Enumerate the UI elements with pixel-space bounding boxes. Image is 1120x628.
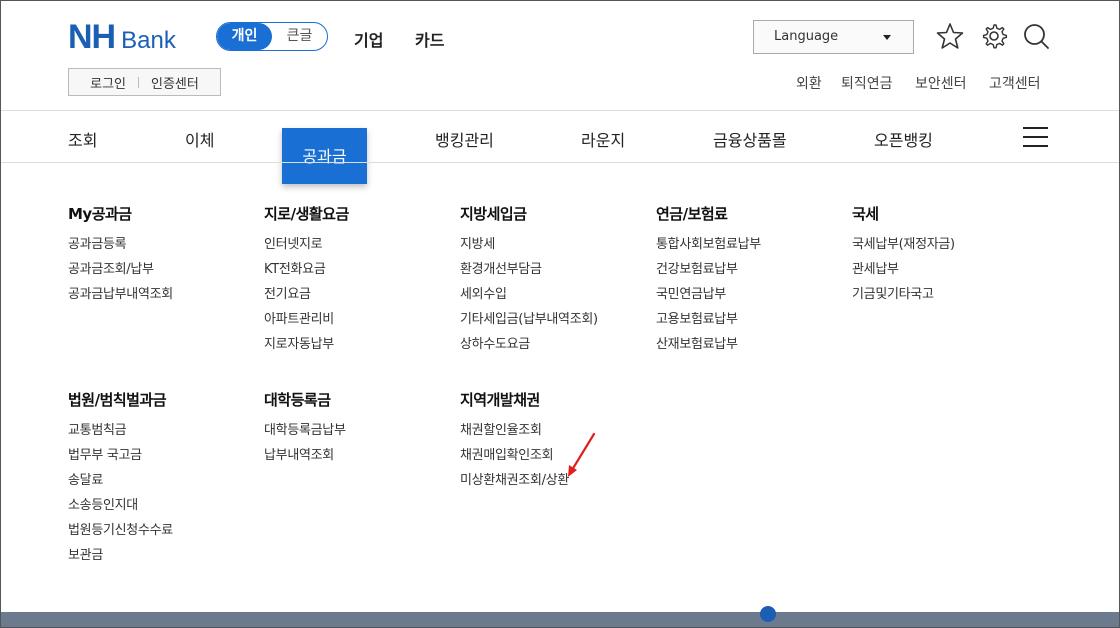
star-icon[interactable]: [936, 22, 964, 50]
menu-item[interactable]: 상하수도요금: [460, 332, 598, 357]
login-divider: [138, 76, 140, 88]
menu-item[interactable]: 기금및기타국고: [852, 282, 955, 307]
language-select[interactable]: Language: [753, 20, 914, 54]
hamburger-menu-icon[interactable]: [1023, 127, 1048, 147]
menu-group-tuition: 대학등록금 대학등록금납부 납부내역조회: [264, 389, 346, 468]
menu-item[interactable]: 지로자동납부: [264, 332, 349, 357]
mainnav-lounge[interactable]: 라운지: [581, 127, 625, 151]
search-icon[interactable]: [1022, 22, 1050, 50]
topnav-card[interactable]: 카드: [415, 27, 444, 51]
menu-item[interactable]: 전기요금: [264, 282, 349, 307]
topnav-corporate[interactable]: 기업: [354, 27, 383, 51]
menu-item[interactable]: 지방세: [460, 232, 598, 257]
menu-group-giro: 지로/생활요금 인터넷지로 KT전화요금 전기요금 아파트관리비 지로자동납부: [264, 203, 349, 357]
menu-item[interactable]: 국세납부(재정자금): [852, 232, 955, 257]
nav-divider: [1, 162, 1119, 163]
menu-item[interactable]: 납부내역조회: [264, 443, 346, 468]
caret-down-icon: [883, 35, 891, 40]
utility-forex[interactable]: 외환: [796, 73, 822, 93]
menu-item[interactable]: 대학등록금납부: [264, 418, 346, 443]
menu-group-title: 대학등록금: [264, 391, 331, 409]
personal-mode-button[interactable]: 개인: [217, 23, 272, 50]
menu-item[interactable]: 통합사회보험료납부: [656, 232, 761, 257]
menu-group-title: My공과금: [68, 205, 132, 223]
menu-group-regional-bonds: 지역개발채권 채권할인율조회 채권매입확인조회 미상환채권조회/상환: [460, 389, 569, 493]
menu-group-local-tax: 지방세입금 지방세 환경개선부담금 세외수입 기타세입금(납부내역조회) 상하수…: [460, 203, 598, 357]
menu-item-unredeemed-bonds[interactable]: 미상환채권조회/상환: [460, 468, 569, 493]
menu-item[interactable]: 공과금조회/납부: [68, 257, 173, 282]
menu-item[interactable]: 고용보험료납부: [656, 307, 761, 332]
nh-bank-logo[interactable]: NH Bank: [68, 20, 176, 58]
mainnav-financial-mall[interactable]: 금융상품몰: [713, 127, 787, 151]
menu-group-title: 지역개발채권: [460, 391, 540, 409]
menu-item[interactable]: 관세납부: [852, 257, 955, 282]
menu-item[interactable]: KT전화요금: [264, 257, 349, 282]
red-arrow-annotation-icon: [568, 432, 596, 477]
menu-group-court-fines: 법원/범칙벌과금 교통범칙금 법무부 국고금 송달료 소송등인지대 법원등기신청…: [68, 389, 173, 568]
menu-group-my-bills: My공과금 공과금등록 공과금조회/납부 공과금납부내역조회: [68, 203, 173, 307]
mainnav-transfer[interactable]: 이체: [185, 127, 214, 151]
view-mode-toggle: 개인 큰글: [216, 22, 328, 51]
utility-customer-center[interactable]: 고객센터: [989, 73, 1041, 93]
menu-item[interactable]: 법무부 국고금: [68, 443, 173, 468]
utility-security-center[interactable]: 보안센터: [915, 73, 967, 93]
menu-item[interactable]: 공과금등록: [68, 232, 173, 257]
mainnav-open-banking[interactable]: 오픈뱅킹: [874, 127, 933, 151]
menu-item[interactable]: 인터넷지로: [264, 232, 349, 257]
language-label: Language: [774, 29, 839, 44]
menu-group-title: 지방세입금: [460, 205, 527, 223]
login-link[interactable]: 로그인: [90, 73, 126, 92]
menu-item[interactable]: 기타세입금(납부내역조회): [460, 307, 598, 332]
menu-item[interactable]: 공과금납부내역조회: [68, 282, 173, 307]
menu-group-pension-insurance: 연금/보험료 통합사회보험료납부 건강보험료납부 국민연금납부 고용보험료납부 …: [656, 203, 761, 357]
mainnav-banking-management[interactable]: 뱅킹관리: [435, 127, 494, 151]
login-box: 로그인 인증센터: [68, 68, 221, 96]
menu-item[interactable]: 소송등인지대: [68, 493, 173, 518]
menu-item[interactable]: 환경개선부담금: [460, 257, 598, 282]
menu-group-national-tax: 국세 국세납부(재정자금) 관세납부 기금및기타국고: [852, 203, 955, 307]
menu-item[interactable]: 아파트관리비: [264, 307, 349, 332]
page-bottom-strip: [1, 612, 1119, 627]
header-divider: [1, 110, 1119, 111]
menu-item[interactable]: 법원등기신청수수료: [68, 518, 173, 543]
menu-item[interactable]: 송달료: [68, 468, 173, 493]
utility-pension[interactable]: 퇴직연금: [841, 73, 893, 93]
menu-item[interactable]: 채권매입확인조회: [460, 443, 569, 468]
menu-item[interactable]: 건강보험료납부: [656, 257, 761, 282]
menu-group-title: 지로/생활요금: [264, 205, 349, 223]
mainnav-utility-bills-active[interactable]: 공과금: [282, 128, 367, 184]
menu-group-title: 연금/보험료: [656, 205, 728, 223]
menu-item[interactable]: 채권할인율조회: [460, 418, 569, 443]
cert-center-link[interactable]: 인증센터: [151, 73, 199, 92]
logo-bank: Bank: [121, 27, 176, 54]
menu-group-title: 법원/범칙벌과금: [68, 391, 167, 409]
logo-nh: NH: [68, 18, 116, 56]
gear-icon[interactable]: [980, 22, 1008, 50]
scroll-indicator-dot[interactable]: [760, 606, 776, 622]
mainnav-inquiry[interactable]: 조회: [68, 127, 97, 151]
menu-item[interactable]: 산재보험료납부: [656, 332, 761, 357]
menu-group-title: 국세: [852, 205, 879, 223]
large-text-mode-button[interactable]: 큰글: [272, 23, 327, 50]
menu-item[interactable]: 국민연금납부: [656, 282, 761, 307]
menu-item[interactable]: 교통범칙금: [68, 418, 173, 443]
menu-item[interactable]: 세외수입: [460, 282, 598, 307]
menu-item[interactable]: 보관금: [68, 543, 173, 568]
